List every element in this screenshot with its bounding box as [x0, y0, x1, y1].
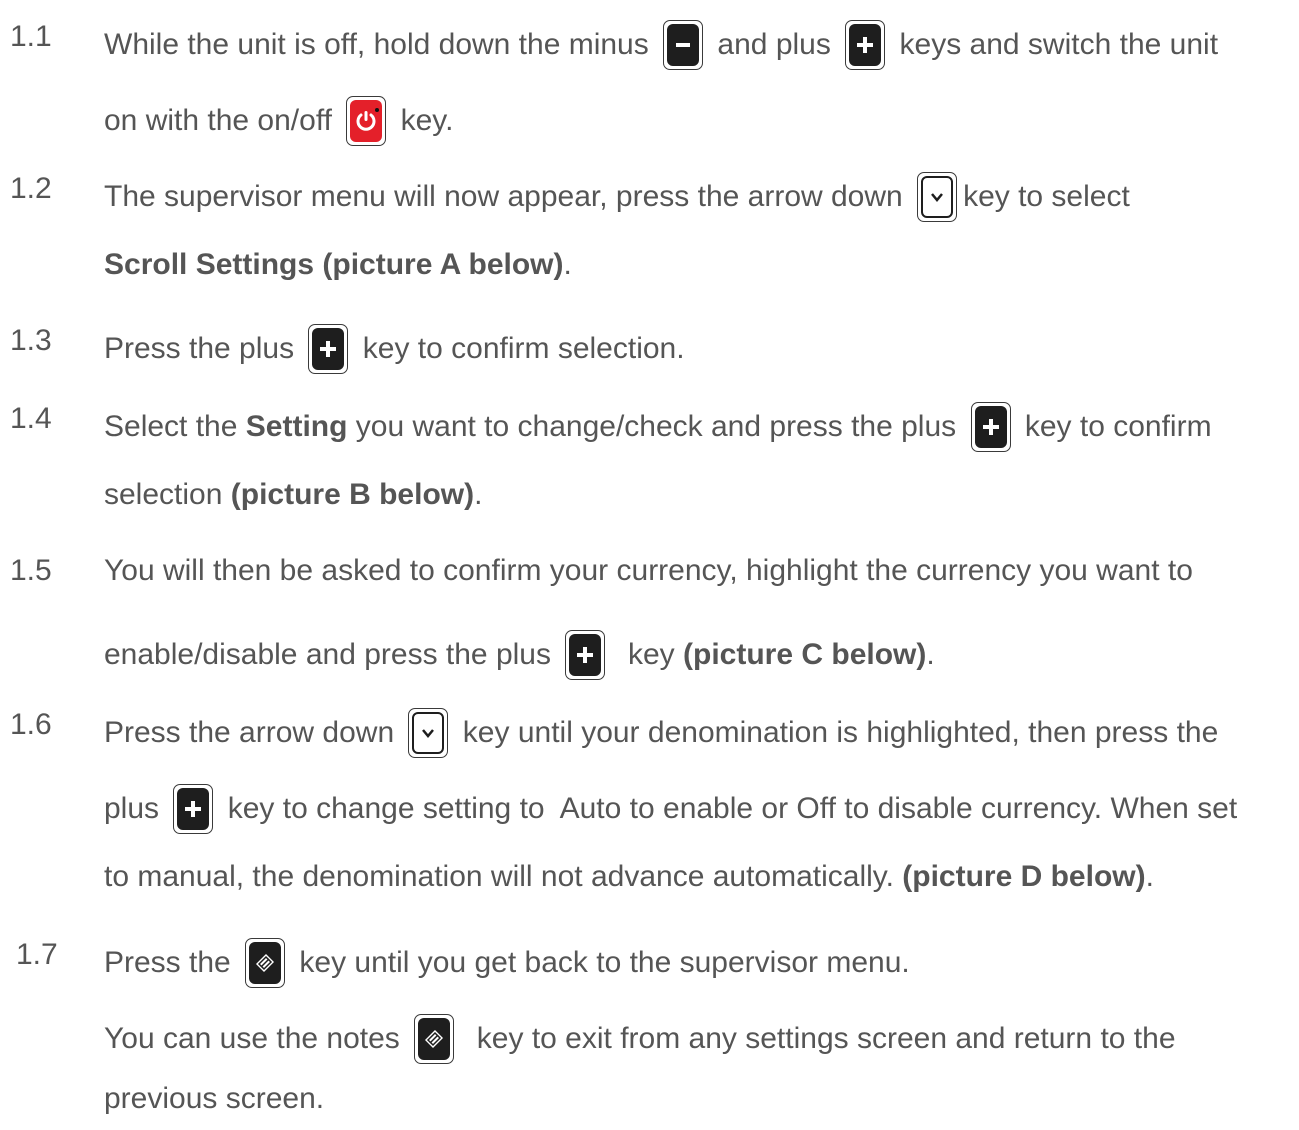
plus-key-icon — [565, 630, 606, 680]
step-text: . — [1145, 860, 1154, 893]
step-bold-text: (picture D below) — [902, 860, 1146, 893]
power-key-icon — [346, 96, 387, 146]
arrow-down-key-icon — [408, 708, 449, 758]
step-number: 1.7 — [16, 938, 58, 971]
step-number: 1.5 — [10, 554, 52, 587]
step-text: key — [611, 638, 684, 671]
plus-key-icon — [173, 784, 214, 834]
step-text: to manual, the denomination will not adv… — [104, 860, 903, 893]
notes-key-icon — [245, 938, 286, 988]
step-text: Press the — [104, 946, 240, 979]
step-text: enable/disable and press the plus — [104, 638, 560, 671]
step-text: key to confirm — [1016, 410, 1212, 443]
step-text: previous screen. — [104, 1082, 325, 1115]
step-number: 1.4 — [10, 402, 52, 435]
plus-key-icon — [308, 324, 349, 374]
step-text: You can use the notes — [104, 1022, 409, 1055]
plus-key-icon — [845, 20, 886, 70]
step-text: selection — [104, 478, 231, 511]
step-text: . — [926, 638, 935, 671]
step-text: Press the plus — [104, 332, 303, 365]
step-text: and plus — [709, 28, 840, 61]
step-number: 1.3 — [10, 324, 52, 357]
step-text: key to change setting to Auto to enable … — [219, 792, 1238, 825]
step-text: . — [474, 478, 483, 511]
notes-key-icon — [414, 1014, 455, 1064]
step-number: 1.6 — [10, 708, 52, 741]
step-text: key to select — [963, 180, 1130, 213]
plus-key-icon — [970, 402, 1011, 452]
step-text: You will then be asked to confirm your c… — [104, 554, 1193, 587]
step-text: key to confirm selection. — [354, 332, 685, 365]
step-bold-text: Scroll Settings (picture A below) — [104, 248, 564, 281]
step-number: 1.2 — [10, 172, 52, 205]
step-bold-text: (picture C below) — [683, 638, 927, 671]
step-text: keys and switch the unit — [891, 28, 1219, 61]
arrow-down-key-icon — [917, 172, 958, 222]
step-text: While the unit is off, hold down the min… — [104, 28, 658, 61]
step-bold-text: Setting — [245, 410, 348, 443]
step-text: on with the on/off — [104, 104, 341, 137]
step-text: key to exit from any settings screen and… — [460, 1022, 1176, 1055]
step-text: you want to change/check and press the p… — [347, 410, 965, 443]
step-text: Press the arrow down — [104, 716, 403, 749]
step-number: 1.1 — [10, 20, 52, 53]
step-text: Select the — [104, 410, 246, 443]
step-text: key until you get back to the supervisor… — [291, 946, 910, 979]
step-text: plus — [104, 792, 168, 825]
minus-key-icon — [663, 20, 704, 70]
step-bold-text: (picture B below) — [230, 478, 475, 511]
step-text: key. — [392, 104, 454, 137]
step-text: . — [563, 248, 572, 281]
step-text: key until your denomination is highlight… — [454, 716, 1219, 749]
step-text: The supervisor menu will now appear, pre… — [104, 180, 912, 213]
